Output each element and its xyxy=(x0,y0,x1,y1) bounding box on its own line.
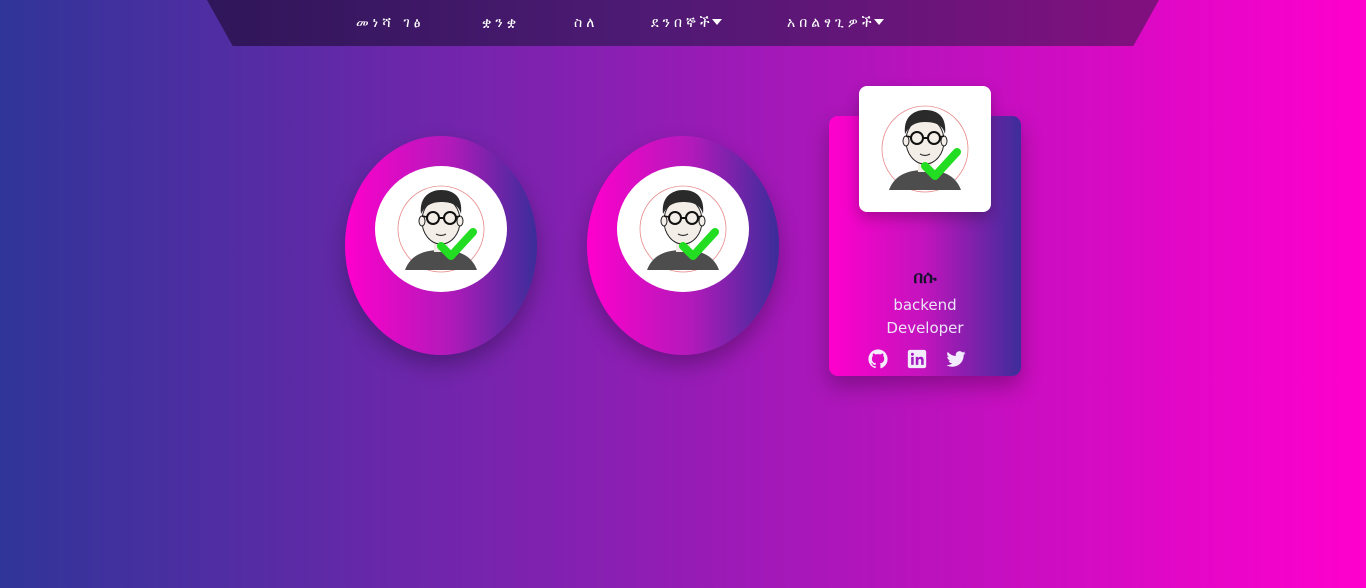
member-role-line: backend xyxy=(893,296,957,314)
nav-item-developers[interactable]: አበልፃጊዎች xyxy=(787,13,884,33)
nav-item-label: አበልፃጊዎች xyxy=(787,15,876,31)
nav-item-language[interactable]: ቋንቋ xyxy=(482,13,520,33)
top-navbar: መነሻ ገፅ ቋንቋ ስለ ደንበኞች አበልፃጊዎች xyxy=(207,0,1159,46)
nav-item-about[interactable]: ስለ xyxy=(574,13,598,33)
developer-avatar-icon xyxy=(617,166,749,292)
nav-item-label: መነሻ ገፅ xyxy=(356,15,425,31)
avatar xyxy=(375,166,507,292)
avatar xyxy=(617,166,749,292)
github-icon[interactable] xyxy=(868,349,888,369)
nav-item-clients[interactable]: ደንበኞች xyxy=(651,13,722,33)
member-role: backend Developer xyxy=(829,294,1021,340)
team-member-card[interactable] xyxy=(587,136,779,355)
caret-down-icon xyxy=(711,19,722,25)
nav-item-home[interactable]: መነሻ ገፅ xyxy=(356,13,425,33)
nav-item-label: ቋንቋ xyxy=(482,15,521,31)
developer-avatar-icon xyxy=(375,166,507,292)
team-member-card[interactable] xyxy=(345,136,537,355)
avatar xyxy=(859,86,991,212)
twitter-icon[interactable] xyxy=(946,349,966,369)
linkedin-icon[interactable] xyxy=(907,349,927,369)
caret-down-icon xyxy=(873,19,884,25)
member-name: በሱ xyxy=(913,268,937,288)
nav-item-label: ደንበኞች xyxy=(651,15,714,31)
developer-avatar-icon xyxy=(859,86,991,212)
member-role-line: Developer xyxy=(886,319,964,337)
team-member-card-expanded[interactable]: በሱ backend Developer xyxy=(829,86,1021,376)
nav-item-label: ስለ xyxy=(574,15,599,31)
